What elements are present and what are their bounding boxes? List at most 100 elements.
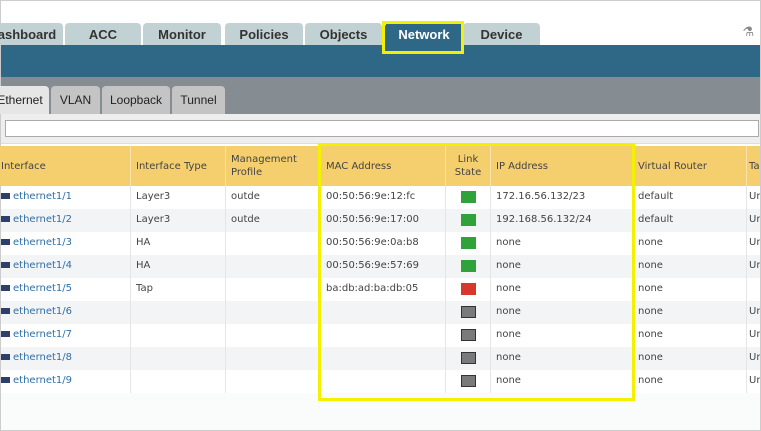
tab-network[interactable]: Network: [385, 23, 463, 46]
ethernet-port-icon: [1, 216, 10, 222]
cell-mac: 00:50:56:9e:0a:b8: [321, 232, 446, 255]
cell-type: Layer3: [131, 209, 226, 232]
cell-profile: [226, 232, 321, 255]
filter-input[interactable]: [5, 120, 759, 137]
cell-vr: none: [633, 370, 747, 393]
cell-iface: ethernet1/9: [0, 370, 131, 393]
tab-ashboard[interactable]: ashboard: [0, 23, 63, 46]
tab-monitor[interactable]: Monitor: [143, 23, 221, 46]
interface-link[interactable]: ethernet1/5: [13, 283, 72, 294]
table-footer: [1, 393, 760, 430]
tab-objects[interactable]: Objects: [305, 23, 382, 46]
link-state-up-icon: [460, 191, 476, 203]
table-row[interactable]: ethernet1/4 HA 00:50:56:9e:57:69 none none Un…: [1, 255, 760, 278]
cell-link: [446, 186, 491, 209]
cell-tag: Untagged: [749, 352, 760, 363]
tab-acc[interactable]: ACC: [65, 23, 141, 46]
table-row[interactable]: ethernet1/3 HA 00:50:56:9e:0a:b8 none none Un…: [1, 232, 760, 255]
cell-vr: none: [633, 301, 747, 324]
column-header-ip-address[interactable]: IP Address: [491, 146, 633, 186]
link-state-up-icon: [460, 237, 476, 249]
column-header-management-profile[interactable]: Management Profile: [226, 146, 321, 186]
cell-iface: ethernet1/7: [0, 324, 131, 347]
column-header-link-state[interactable]: Link State: [446, 146, 491, 186]
table-row[interactable]: ethernet1/1 Layer3 outde 00:50:56:9e:12:fc 1…: [1, 186, 760, 209]
link-state-unknown-icon: [460, 375, 476, 387]
link-state-unknown-icon: [460, 329, 476, 341]
subtab-tunnel[interactable]: Tunnel: [172, 86, 225, 114]
cell-iface: ethernet1/8: [0, 347, 131, 370]
cell-mac: [321, 324, 446, 347]
cell-iface: ethernet1/5: [0, 278, 131, 301]
cell-type: HA: [131, 255, 226, 278]
cell-iface: ethernet1/3: [0, 232, 131, 255]
interface-link[interactable]: ethernet1/7: [13, 329, 72, 340]
cell-tag: Untagged: [749, 375, 760, 386]
cell-link: [446, 370, 491, 393]
subtab-vlan[interactable]: VLAN: [51, 86, 100, 114]
column-header-virtual-router[interactable]: Virtual Router: [633, 146, 747, 186]
column-header-interface[interactable]: Interface: [0, 146, 131, 186]
table-row[interactable]: ethernet1/2 Layer3 outde 00:50:56:9e:17:00 1…: [1, 209, 760, 232]
subtab-loopback[interactable]: Loopback: [102, 86, 170, 114]
cell-profile: [226, 301, 321, 324]
link-state-up-icon: [460, 260, 476, 272]
ethernet-port-icon: [1, 239, 10, 245]
cell-profile: [226, 278, 321, 301]
cell-link: [446, 301, 491, 324]
subtab-ethernet[interactable]: Ethernet: [0, 86, 49, 114]
column-header-tag[interactable]: Tag: [747, 146, 760, 186]
cell-mac: [321, 370, 446, 393]
cell-type: Tap: [131, 278, 226, 301]
column-header-interface-type[interactable]: Interface Type: [131, 146, 226, 186]
cell-tag: Untagged: [749, 260, 760, 271]
cell-tag: [747, 278, 760, 301]
cell-tag: Untagged: [749, 191, 760, 202]
ethernet-port-icon: [1, 377, 10, 383]
cell-type: [131, 324, 226, 347]
cell-iface: ethernet1/4: [0, 255, 131, 278]
tab-device[interactable]: Device: [463, 23, 540, 46]
cell-type: [131, 370, 226, 393]
cell-profile: [226, 347, 321, 370]
cell-ip: none: [491, 347, 633, 370]
tab-policies[interactable]: Policies: [225, 23, 303, 46]
interface-link[interactable]: ethernet1/2: [13, 214, 72, 225]
ethernet-port-icon: [1, 262, 10, 268]
interface-link[interactable]: ethernet1/1: [13, 191, 72, 202]
main-tabs: ashboard ACC Monitor Policies Objects Network…: [0, 23, 760, 46]
link-state-unknown-icon: [460, 352, 476, 364]
cell-vr: default: [633, 209, 747, 232]
interface-link[interactable]: ethernet1/9: [13, 375, 72, 386]
cell-vr: default: [633, 186, 747, 209]
cell-vr: none: [633, 324, 747, 347]
table-row[interactable]: ethernet1/9nonenoneUntagged: [1, 370, 760, 393]
subtab-band: Ethernet VLAN Loopback Tunnel: [0, 77, 760, 114]
cell-tag: Untagged: [749, 214, 760, 225]
cell-mac: 00:50:56:9e:17:00: [321, 209, 446, 232]
cell-profile: [226, 370, 321, 393]
interface-link[interactable]: ethernet1/8: [13, 352, 72, 363]
table-row[interactable]: ethernet1/6nonenoneUntagged: [1, 301, 760, 324]
cell-ip: 172.16.56.132/23: [491, 186, 633, 209]
cell-ip: 192.168.56.132/24: [491, 209, 633, 232]
cell-type: HA: [131, 232, 226, 255]
column-header-mac-address[interactable]: MAC Address: [321, 146, 446, 186]
ethernet-port-icon: [1, 331, 10, 337]
cell-mac: ba:db:ad:ba:db:05: [321, 278, 446, 301]
filter-bar: [1, 114, 760, 144]
cell-vr: none: [633, 255, 747, 278]
interface-link[interactable]: ethernet1/3: [13, 237, 72, 248]
table-row[interactable]: ethernet1/5 Tap ba:db:ad:ba:db:05 none none: [1, 278, 760, 301]
cell-link: [446, 347, 491, 370]
cell-iface: ethernet1/2: [0, 209, 131, 232]
ethernet-port-icon: [1, 354, 10, 360]
table-row[interactable]: ethernet1/7nonenoneUntagged: [1, 324, 760, 347]
cell-vr: none: [633, 232, 747, 255]
cell-ip: none: [491, 301, 633, 324]
commit-icon[interactable]: ⚗: [742, 25, 754, 40]
interface-link[interactable]: ethernet1/6: [13, 306, 72, 317]
cell-iface: ethernet1/1: [0, 186, 131, 209]
interface-link[interactable]: ethernet1/4: [13, 260, 72, 271]
table-row[interactable]: ethernet1/8nonenoneUntagged: [1, 347, 760, 370]
